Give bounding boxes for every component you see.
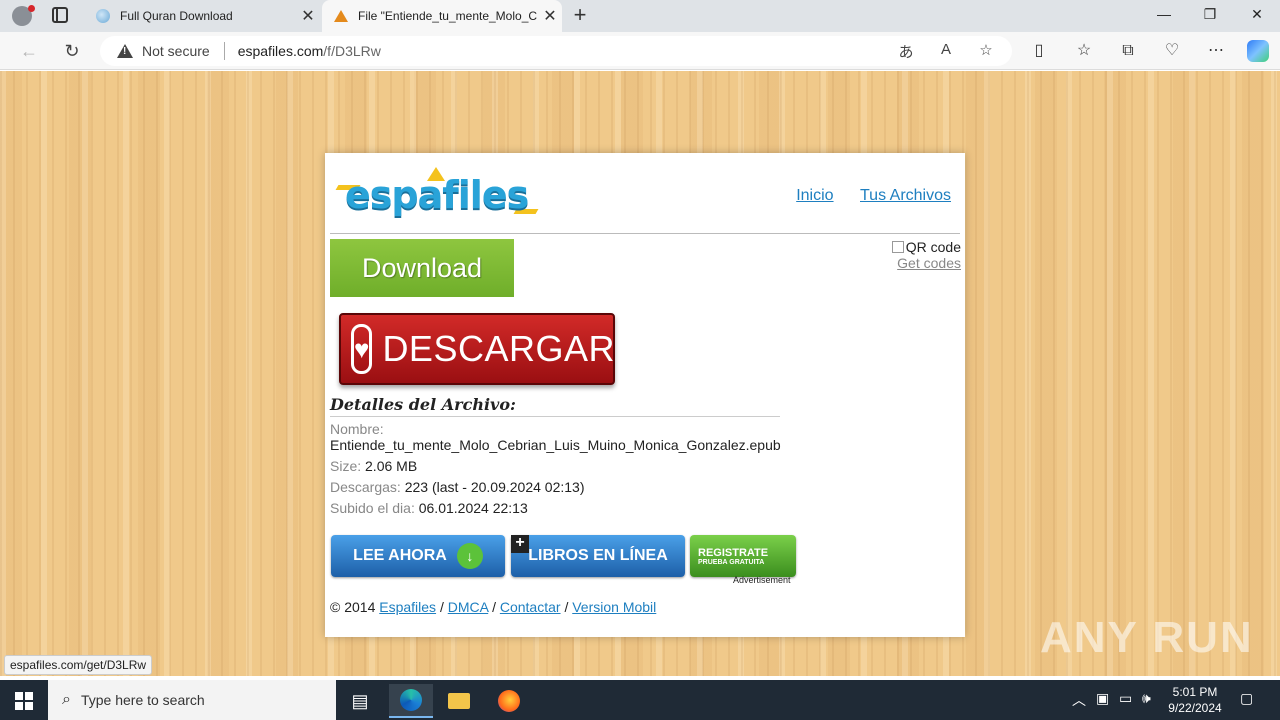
divider — [223, 42, 225, 60]
tab-title: Full Quran Download — [120, 9, 233, 23]
new-tab-icon[interactable]: + — [568, 4, 592, 28]
notification-dot-icon — [28, 5, 35, 12]
qr-code-block: QR code Get codes — [891, 239, 961, 271]
back-icon[interactable]: ← — [18, 40, 40, 62]
ad-libros-button[interactable]: LIBROS EN LÍNEA — [511, 535, 685, 577]
qr-code-alt-text: QR code — [905, 239, 961, 255]
footer-contactar-link[interactable]: Contactar — [500, 599, 561, 615]
favorite-star-icon[interactable]: ☆ — [976, 41, 996, 61]
device-icon[interactable]: ▣ — [1096, 690, 1109, 707]
logo-text: espafiles — [345, 173, 529, 217]
search-placeholder: Type here to search — [80, 692, 205, 708]
detail-name-value: Entiende_tu_mente_Molo_Cebrian_Luis_Muin… — [330, 437, 781, 453]
collections-icon[interactable]: ⧉ — [1117, 40, 1139, 62]
search-icon: ⌕ — [62, 691, 71, 708]
details-title: Detalles del Archivo: — [330, 395, 780, 417]
detail-size: Size: 2.06 MB — [330, 458, 418, 474]
network-icon[interactable]: ▭ — [1119, 690, 1132, 707]
clock-date: 9/22/2024 — [1168, 701, 1222, 715]
address-bar[interactable]: Not secure espafiles.com/f/D3LRw あ A ☆ — [100, 36, 1012, 66]
taskbar-search[interactable]: ⌕ Type here to search — [48, 680, 336, 720]
get-codes-link[interactable]: Get codes — [892, 255, 961, 271]
broken-image-icon — [891, 241, 904, 253]
nav-tus-archivos-link[interactable]: Tus Archivos — [860, 187, 951, 204]
ad-registrate-button[interactable]: REGISTRATE PRUEBA GRATUITA — [690, 535, 796, 577]
ad-prueba-label: PRUEBA GRATUITA — [698, 558, 765, 566]
footer-espafiles-link[interactable]: Espafiles — [379, 599, 436, 615]
espafiles-logo[interactable]: espafiles — [335, 167, 545, 221]
url-path: /f/D3LRw — [323, 43, 381, 59]
download-arrow-icon: ↓ — [456, 543, 483, 569]
anyrun-watermark: ANY RUN — [1040, 613, 1254, 662]
browser-essentials-icon[interactable]: ♡ — [1161, 40, 1183, 62]
translate-icon[interactable]: あ — [896, 41, 916, 61]
file-explorer-icon[interactable] — [437, 684, 481, 718]
detail-downloads: Descargas: 223 (last - 20.09.2024 02:13) — [330, 479, 585, 495]
advertisement-caption: Advertisement — [733, 575, 791, 585]
descargar-button[interactable]: ♥ DESCARGAR — [339, 313, 615, 385]
footer: © 2014 Espafiles / DMCA / Contactar / Ve… — [330, 599, 657, 615]
minimize-icon[interactable]: — — [1154, 6, 1174, 26]
system-clock[interactable]: 5:01 PM 9/22/2024 — [1160, 684, 1230, 716]
espafiles-favicon-icon — [334, 10, 348, 22]
tab-full-quran[interactable]: Full Quran Download ✕ — [84, 0, 320, 32]
descargar-label: DESCARGAR — [382, 328, 615, 369]
edge-taskbar-icon[interactable] — [389, 684, 433, 718]
tray-chevron-icon[interactable]: ︿ — [1072, 690, 1086, 710]
ad-libros-label: LIBROS EN LÍNEA — [528, 547, 668, 564]
download-button[interactable]: Download — [330, 239, 514, 297]
refresh-icon[interactable]: ↻ — [61, 40, 83, 62]
tab-espafiles[interactable]: File "Entiende_tu_mente_Molo_C ✕ — [322, 0, 562, 32]
close-window-icon[interactable]: ✕ — [1247, 6, 1267, 26]
footer-version-mobil-link[interactable]: Version Mobil — [572, 599, 656, 615]
descargar-logo-icon: ♥ — [351, 324, 373, 374]
globe-favicon-icon — [96, 9, 110, 23]
top-nav: Inicio Tus Archivos — [774, 187, 951, 205]
ad-lee-ahora-label: LEE AHORA — [353, 547, 447, 564]
restore-icon[interactable]: ❐ — [1200, 6, 1220, 26]
tab-strip: Full Quran Download ✕ File "Entiende_tu_… — [0, 0, 1280, 32]
content-card: espafiles Inicio Tus Archivos Download Q… — [325, 153, 965, 637]
read-aloud-icon[interactable]: A — [936, 41, 956, 61]
browser-toolbar: ← ↻ Not secure espafiles.com/f/D3LRw あ A… — [0, 32, 1280, 70]
windows-start-icon[interactable] — [15, 692, 33, 710]
notifications-icon[interactable]: ▢ — [1240, 690, 1253, 707]
tab-close-icon[interactable]: ✕ — [296, 6, 320, 26]
url-host: espafiles.com — [237, 43, 324, 59]
page-viewport: espafiles Inicio Tus Archivos Download Q… — [0, 71, 1280, 676]
detail-name-label: Nombre: — [330, 421, 384, 437]
split-screen-icon[interactable]: ▯ — [1028, 40, 1050, 62]
taskbar: ⌕ Type here to search ▤ ︿ ▣ ▭ 🕪 5:01 PM … — [0, 680, 1280, 720]
ad-registrate-label: REGISTRATE — [698, 546, 769, 559]
copilot-icon[interactable] — [1247, 40, 1269, 62]
detail-uploaded: Subido el dia: 06.01.2024 22:13 — [330, 500, 528, 516]
clock-time: 5:01 PM — [1172, 685, 1218, 699]
more-menu-icon[interactable]: ⋯ — [1205, 40, 1227, 62]
footer-dmca-link[interactable]: DMCA — [448, 599, 488, 615]
security-label[interactable]: Not secure — [142, 43, 210, 59]
status-bar-url: espafiles.com/get/D3LRw — [4, 655, 153, 675]
favorites-icon[interactable]: ☆ — [1073, 40, 1095, 62]
header-divider — [330, 233, 960, 234]
warning-icon — [117, 44, 133, 58]
plus-icon: + — [511, 535, 529, 553]
tab-title: File "Entiende_tu_mente_Molo_C — [358, 9, 538, 23]
tab-actions-icon[interactable] — [52, 7, 68, 23]
firefox-icon[interactable] — [487, 684, 531, 718]
ad-lee-ahora-button[interactable]: LEE AHORA ↓ — [331, 535, 505, 577]
task-view-icon[interactable]: ▤ — [338, 684, 382, 718]
volume-icon[interactable]: 🕪 — [1142, 690, 1151, 707]
tab-close-icon[interactable]: ✕ — [538, 6, 562, 26]
nav-inicio-link[interactable]: Inicio — [796, 187, 833, 204]
qr-code-image: QR code — [891, 239, 961, 255]
footer-copyright: © 2014 — [330, 599, 376, 615]
url-text[interactable]: espafiles.com/f/D3LRw — [238, 43, 381, 59]
